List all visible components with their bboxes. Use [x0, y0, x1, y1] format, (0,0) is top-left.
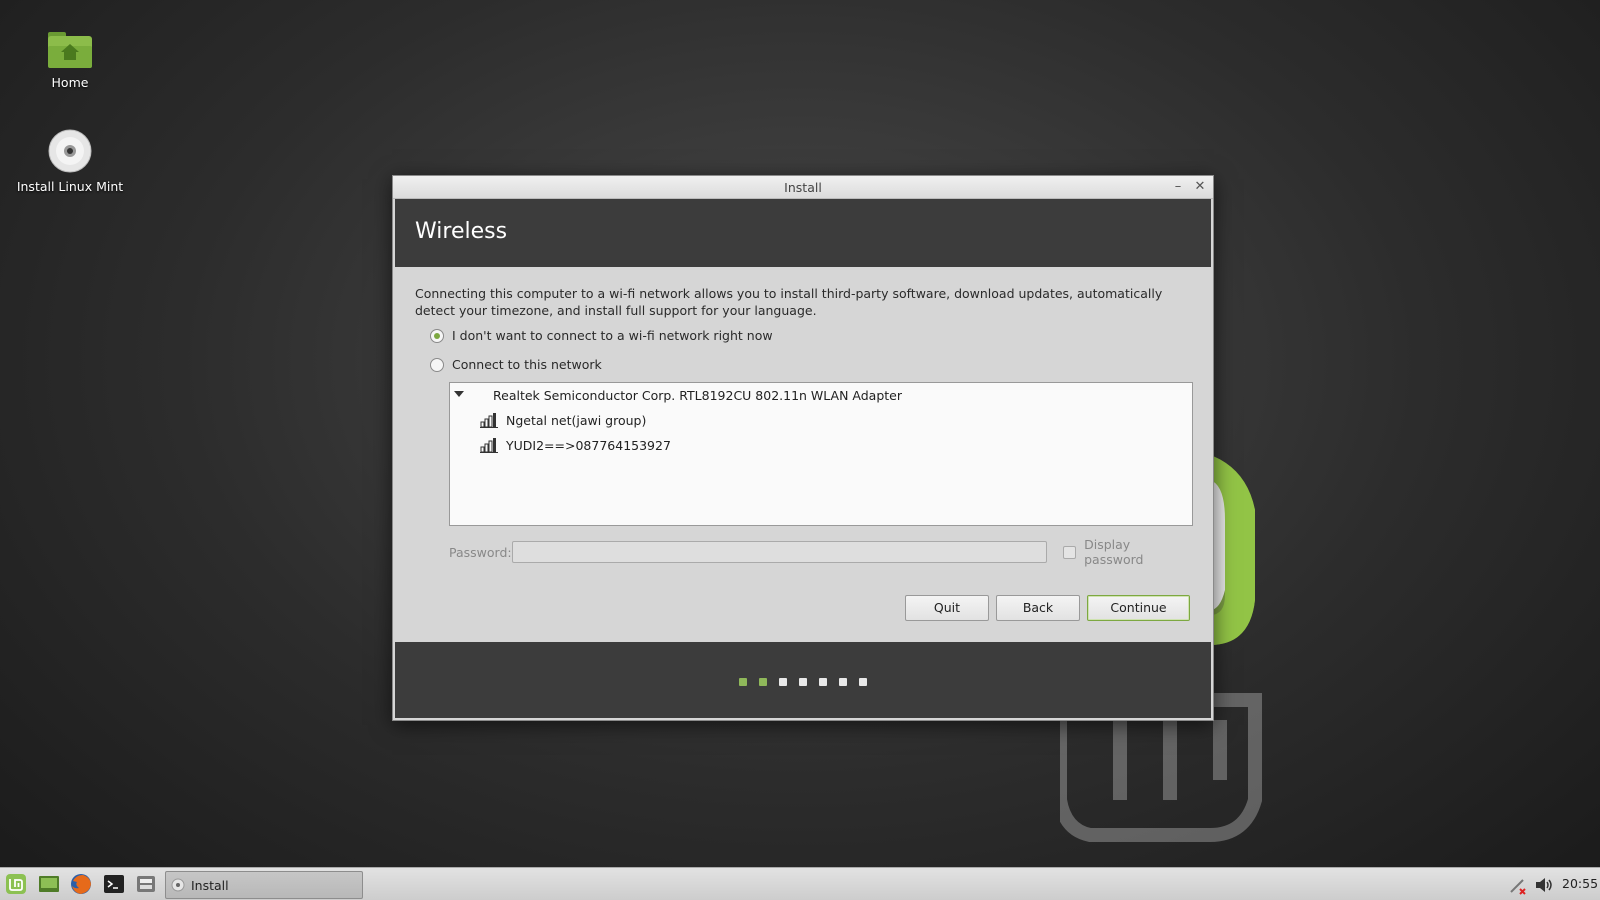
adapter-label: Realtek Semiconductor Corp. RTL8192CU 80…: [493, 387, 903, 403]
terminal-icon[interactable]: [103, 873, 125, 895]
wifi-signal-icon: [480, 438, 498, 453]
back-button[interactable]: Back: [996, 595, 1080, 621]
adapter-row[interactable]: Realtek Semiconductor Corp. RTL8192CU 80…: [450, 383, 1192, 407]
taskbar-item-install[interactable]: Install: [165, 871, 363, 899]
network-ssid: YUDI2==>087764153927: [506, 437, 671, 453]
progress-footer: [395, 642, 1211, 718]
step-dot: [839, 678, 847, 686]
option-label: I don't want to connect to a wi-fi netwo…: [452, 328, 773, 343]
option-label: Connect to this network: [452, 357, 602, 372]
page-header: Wireless: [395, 199, 1211, 267]
disc-icon: [171, 878, 185, 892]
list-item-network[interactable]: YUDI2==>087764153927: [450, 433, 1192, 457]
step-dot: [779, 678, 787, 686]
step-dot: [759, 678, 767, 686]
disc-icon: [48, 129, 92, 173]
folder-home-icon: [48, 32, 92, 68]
password-row: Password: Display password: [449, 537, 1191, 567]
window-title: Install: [784, 180, 822, 195]
chevron-down-icon[interactable]: [454, 391, 464, 397]
wifi-signal-icon: [480, 413, 498, 428]
display-password-checkbox[interactable]: [1063, 545, 1077, 559]
show-desktop-icon[interactable]: [38, 873, 60, 895]
continue-button[interactable]: Continue: [1087, 595, 1190, 621]
option-no-wifi[interactable]: I don't want to connect to a wi-fi netwo…: [430, 328, 1191, 343]
step-dot: [859, 678, 867, 686]
close-icon[interactable]: ✕: [1191, 178, 1209, 196]
clock[interactable]: 20:55: [1562, 876, 1598, 891]
volume-icon[interactable]: [1534, 875, 1554, 895]
option-connect-network[interactable]: Connect to this network: [430, 357, 1191, 372]
wireless-description: Connecting this computer to a wi-fi netw…: [415, 286, 1163, 318]
page-title: Wireless: [415, 219, 508, 244]
display-password-label: Display password: [1084, 537, 1144, 567]
password-label: Password:: [449, 544, 512, 560]
desktop-icon-label: Home: [51, 75, 89, 90]
desktop-icon-home[interactable]: Home: [15, 28, 125, 91]
network-disconnected-icon[interactable]: [1508, 875, 1528, 895]
installer-window: Install – ✕ Wireless Connecting this com…: [392, 175, 1214, 721]
quit-button[interactable]: Quit: [905, 595, 989, 621]
page-content: Connecting this computer to a wi-fi netw…: [393, 267, 1213, 651]
step-dot: [739, 678, 747, 686]
step-dot: [819, 678, 827, 686]
window-titlebar[interactable]: Install – ✕: [393, 176, 1213, 199]
mint-menu-icon[interactable]: [5, 873, 27, 895]
radio-no-wifi[interactable]: [430, 328, 444, 343]
step-progress: [395, 675, 1211, 690]
desktop-icon-label: Install Linux Mint: [16, 179, 124, 194]
password-input[interactable]: [511, 541, 1048, 563]
network-list[interactable]: Realtek Semiconductor Corp. RTL8192CU 80…: [449, 382, 1193, 526]
firefox-icon[interactable]: [70, 873, 92, 895]
minimize-icon[interactable]: –: [1169, 178, 1187, 196]
taskbar-item-label: Install: [191, 877, 229, 893]
list-item-network[interactable]: Ngetal net(jawi group): [450, 408, 1192, 432]
taskbar: Install 20:55: [0, 867, 1600, 900]
step-dot: [799, 678, 807, 686]
network-ssid: Ngetal net(jawi group): [506, 412, 647, 428]
radio-connect-network[interactable]: [430, 357, 444, 372]
file-manager-icon[interactable]: [135, 873, 157, 895]
desktop-icon-install-linux-mint[interactable]: Install Linux Mint: [15, 128, 125, 195]
